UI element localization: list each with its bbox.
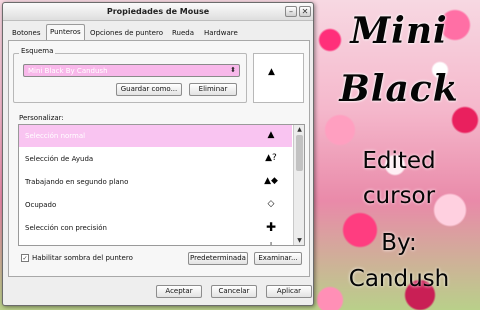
customize-label: Personalizar: — [19, 114, 64, 122]
wallpaper-caption: Mini Black Edited cursor By: Candush — [318, 0, 480, 310]
wallpaper-author-name: Candush — [348, 266, 450, 292]
list-item-label: Trabajando en segundo plano — [25, 178, 129, 186]
use-default-button[interactable]: Predeterminada — [188, 252, 248, 265]
browse-button[interactable]: Examinar... — [254, 252, 302, 265]
list-item[interactable]: I — [19, 235, 292, 246]
crosshair-cursor-icon: ✚ — [265, 220, 277, 234]
list-item[interactable]: Selección normal ▲ — [19, 125, 292, 147]
text-cursor-icon: I — [269, 241, 273, 246]
ok-button[interactable]: Aceptar — [156, 285, 202, 298]
busy-cursor-icon: ◇ — [267, 199, 275, 209]
tab-rueda[interactable]: Rueda — [169, 26, 197, 40]
list-item-label: Selección de Ayuda — [25, 155, 94, 163]
list-item[interactable]: Selección de Ayuda ▲? — [19, 148, 292, 170]
list-item[interactable]: Ocupado ◇ — [19, 194, 292, 216]
tab-opciones-de-puntero[interactable]: Opciones de puntero — [87, 26, 166, 40]
tab-hardware[interactable]: Hardware — [201, 26, 241, 40]
tab-punteros[interactable]: Punteros — [46, 24, 85, 41]
wallpaper-subtitle-line-1: Edited — [362, 148, 436, 174]
scheme-select[interactable]: Mini Black By Candush ⬍ — [23, 64, 240, 77]
wallpaper-title-line-2: Black — [339, 68, 459, 110]
pointer-shadow-checkbox[interactable]: ✓ — [21, 254, 29, 262]
arrow-cursor-icon: ▲ — [267, 130, 275, 140]
tab-botones[interactable]: Botones — [9, 26, 44, 40]
cursor-list[interactable]: Selección normal ▲ Selección de Ayuda ▲?… — [18, 124, 305, 246]
minimize-button[interactable]: – — [285, 6, 297, 17]
delete-button[interactable]: Eliminar — [189, 83, 237, 96]
title-bar[interactable]: Propiedades de Mouse – ✕ — [3, 3, 313, 21]
scheme-select-value: Mini Black By Candush — [28, 67, 108, 75]
window-title: Propiedades de Mouse — [106, 7, 210, 16]
arrow-cursor-icon: ▲ — [268, 67, 275, 77]
list-item[interactable]: Trabajando en segundo plano ▲◆ — [19, 171, 292, 193]
list-item-label: Selección normal — [25, 132, 86, 140]
busy-arrow-cursor-icon: ▲◆ — [264, 176, 278, 186]
scroll-up-icon[interactable]: ▲ — [295, 125, 304, 134]
scroll-thumb[interactable] — [296, 135, 303, 171]
apply-button[interactable]: Aplicar — [266, 285, 312, 298]
wallpaper-subtitle-line-2: cursor — [362, 183, 436, 209]
scheme-group-label: Esquema — [19, 47, 56, 55]
cursor-preview: ▲ — [253, 53, 304, 103]
pointer-shadow-label: Habilitar sombra del puntero — [32, 254, 133, 262]
close-button[interactable]: ✕ — [299, 6, 311, 17]
wallpaper-author-prefix: By: — [381, 230, 417, 256]
scroll-down-icon[interactable]: ▼ — [295, 236, 304, 245]
mouse-properties-dialog: Propiedades de Mouse – ✕ Botones Puntero… — [2, 2, 314, 306]
list-scrollbar[interactable]: ▲ ▼ — [293, 125, 304, 245]
list-item-label: Selección con precisión — [25, 224, 107, 232]
list-item-label: Ocupado — [25, 201, 57, 209]
updown-arrows-icon: ⬍ — [230, 66, 236, 74]
wallpaper-title-line-1: Mini — [350, 10, 448, 52]
help-cursor-icon: ▲? — [265, 153, 277, 163]
save-as-button[interactable]: Guardar como... — [116, 83, 182, 96]
cancel-button[interactable]: Cancelar — [211, 285, 257, 298]
